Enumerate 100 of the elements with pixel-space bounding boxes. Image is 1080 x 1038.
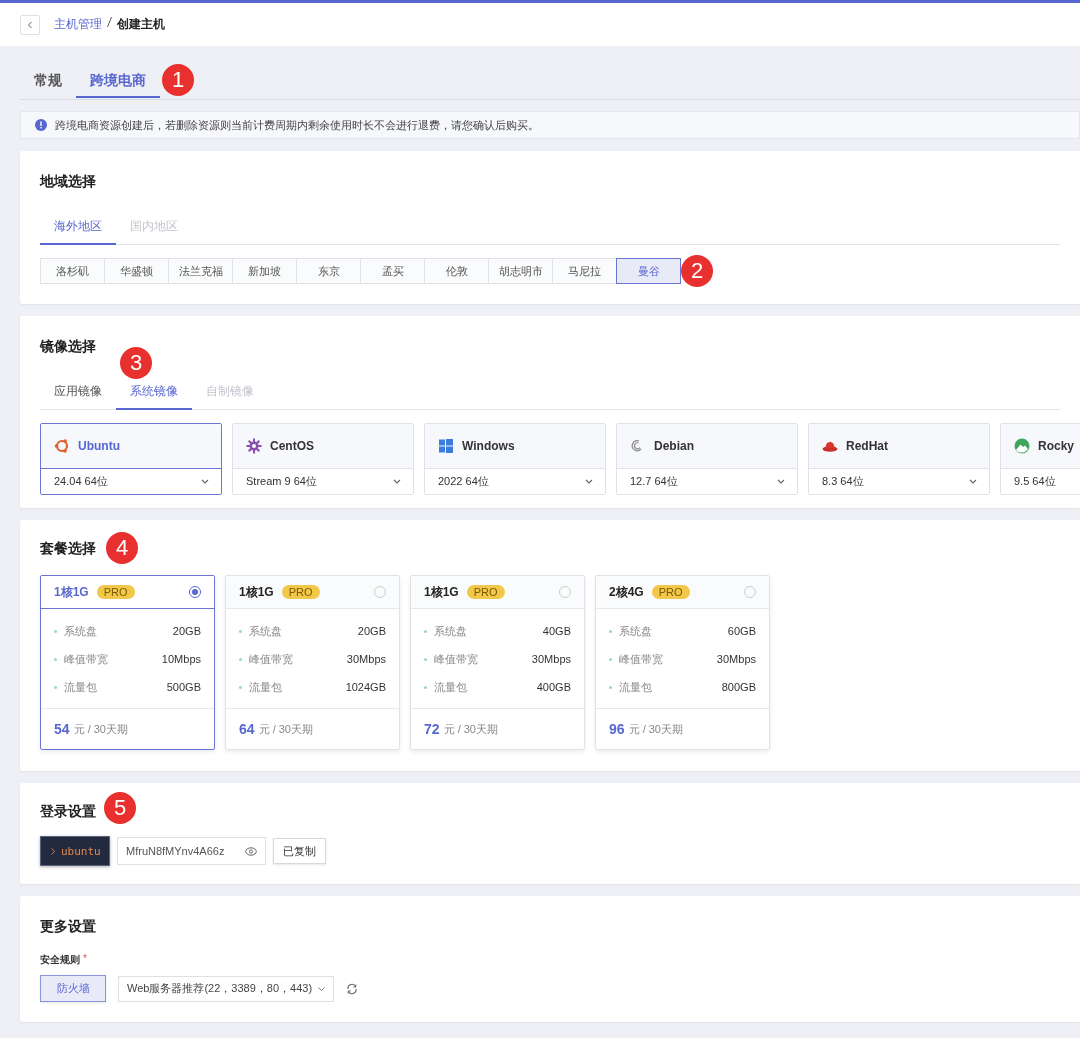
- plan-name: 2核4G: [609, 583, 644, 601]
- os-card[interactable]: Debian 12.7 64位: [616, 423, 798, 495]
- bullet-icon: [54, 657, 57, 661]
- bullet-icon: [424, 629, 427, 633]
- step-number-marker: 4: [106, 532, 138, 564]
- plan-card[interactable]: 1核1G PRO 系统盘 20GB 峰值带宽 30Mbps 流量包 1024GB 64 元 / 30天期: [225, 575, 400, 750]
- bullet-icon: [609, 657, 612, 661]
- price-unit: 元 / 30天期: [258, 721, 313, 737]
- username-button[interactable]: ubuntu: [40, 836, 110, 866]
- bullet-icon: [609, 685, 612, 689]
- region-option[interactable]: 伦敦: [424, 258, 489, 284]
- region-option[interactable]: 曼谷: [616, 258, 681, 284]
- os-name: Windows: [462, 439, 515, 453]
- plan-name: 1核1G: [54, 583, 89, 601]
- price: 96: [609, 721, 625, 737]
- spec-value: 20GB: [172, 625, 201, 637]
- gear-icon: [246, 438, 262, 454]
- spec-label: 流量包: [434, 679, 467, 695]
- region-option[interactable]: 胡志明市: [488, 258, 553, 284]
- step-number-marker: 5: [104, 792, 136, 824]
- plan-name: 1核1G: [424, 583, 459, 601]
- section-title: 地域选择: [40, 173, 96, 191]
- back-button[interactable]: [20, 14, 40, 35]
- step-number-marker: 3: [120, 347, 152, 379]
- password-field[interactable]: MfruN8fMYnv4A66z: [117, 837, 266, 865]
- os-card[interactable]: RedHat 8.3 64位: [808, 423, 990, 495]
- tab[interactable]: 常规: [20, 58, 76, 98]
- os-name: Ubuntu: [78, 439, 120, 453]
- spec-label: 峰值带宽: [434, 651, 478, 667]
- tab[interactable]: 应用镜像: [40, 377, 116, 408]
- spec-label: 流量包: [619, 679, 652, 695]
- section-title: 登录设置: [40, 803, 96, 821]
- prompt-icon: [51, 847, 55, 855]
- pro-badge: PRO: [96, 585, 135, 599]
- spec-value: 400GB: [536, 681, 571, 693]
- plan-card[interactable]: 1核1G PRO 系统盘 20GB 峰值带宽 10Mbps 流量包 500GB 54 元 / 30天期: [40, 575, 215, 750]
- price-unit: 元 / 30天期: [443, 721, 498, 737]
- spec-label: 流量包: [64, 679, 97, 695]
- os-card[interactable]: Windows 2022 64位: [424, 423, 606, 495]
- spec-label: 系统盘: [249, 623, 282, 639]
- spec-value: 30Mbps: [346, 653, 386, 665]
- plan-card[interactable]: 1核1G PRO 系统盘 40GB 峰值带宽 30Mbps 流量包 400GB 72 元 / 30天期: [410, 575, 585, 750]
- plan-card[interactable]: 2核4G PRO 系统盘 60GB 峰值带宽 30Mbps 流量包 800GB 96 元 / 30天期: [595, 575, 770, 750]
- bullet-icon: [239, 657, 242, 661]
- firewall-button[interactable]: 防火墙: [40, 975, 106, 1002]
- bullet-icon: [54, 629, 57, 633]
- ubuntu-logo-icon: [54, 438, 70, 454]
- bullet-icon: [54, 685, 57, 689]
- price: 72: [424, 721, 440, 737]
- eye-icon: [245, 846, 257, 856]
- section-title: 套餐选择: [40, 540, 96, 558]
- os-name: CentOS: [270, 439, 314, 453]
- breadcrumb-separator-icon: [107, 16, 112, 28]
- price: 64: [239, 721, 255, 737]
- spec-label: 系统盘: [619, 623, 652, 639]
- spec-label: 峰值带宽: [249, 651, 293, 667]
- breadcrumb-current: 创建主机: [117, 16, 165, 33]
- os-card[interactable]: CentOS Stream 9 64位: [232, 423, 414, 495]
- region-option[interactable]: 新加坡: [232, 258, 297, 284]
- version-select[interactable]: 9.5 64位: [1001, 469, 1080, 494]
- region-option[interactable]: 东京: [296, 258, 361, 284]
- bullet-icon: [239, 685, 242, 689]
- spec-label: 峰值带宽: [619, 651, 663, 667]
- spec-value: 30Mbps: [531, 653, 571, 665]
- price: 54: [54, 721, 70, 737]
- field-label: 安全规则: [40, 953, 80, 967]
- os-name: Rocky: [1038, 439, 1075, 453]
- price-unit: 元 / 30天期: [628, 721, 683, 737]
- region-option[interactable]: 法兰克福: [168, 258, 233, 284]
- spec-label: 系统盘: [64, 623, 97, 639]
- rule-select[interactable]: Web服务器推荐(22，3389，80，443): [118, 975, 335, 1002]
- step-number-marker: 2: [681, 255, 713, 287]
- chevron-down-icon: [201, 479, 209, 484]
- region-option[interactable]: 孟买: [360, 258, 425, 284]
- region-option[interactable]: 马尼拉: [552, 258, 617, 284]
- pro-badge: PRO: [281, 585, 320, 599]
- os-card[interactable]: Ubuntu 24.04 64位: [40, 423, 222, 495]
- windows-logo-icon: [438, 438, 454, 454]
- copy-button[interactable]: 已复制: [273, 838, 326, 864]
- spec-label: 流量包: [249, 679, 282, 695]
- bullet-icon: [424, 657, 427, 661]
- region-option[interactable]: 洛杉矶: [40, 258, 105, 284]
- spec-value: 40GB: [542, 625, 571, 637]
- bullet-icon: [239, 629, 242, 633]
- chevron-down-icon: [777, 479, 785, 484]
- os-card[interactable]: Rocky 9.5 64位: [1000, 423, 1080, 495]
- spec-value: 1024GB: [345, 681, 386, 693]
- breadcrumb-link[interactable]: 主机管理: [54, 16, 102, 33]
- mountain-logo-icon: [1014, 438, 1030, 454]
- spec-label: 峰值带宽: [64, 651, 108, 667]
- chevron-down-icon: [318, 986, 326, 991]
- tab[interactable]: 跨境电商: [76, 58, 160, 98]
- tab[interactable]: 海外地区: [40, 212, 116, 245]
- os-name: RedHat: [846, 439, 888, 453]
- spec-value: 10Mbps: [161, 653, 201, 665]
- price-unit: 元 / 30天期: [73, 721, 128, 737]
- plan-name: 1核1G: [239, 583, 274, 601]
- section-title: 镜像选择: [40, 338, 96, 356]
- required-mark: *: [83, 953, 87, 966]
- region-option[interactable]: 华盛顿: [104, 258, 169, 284]
